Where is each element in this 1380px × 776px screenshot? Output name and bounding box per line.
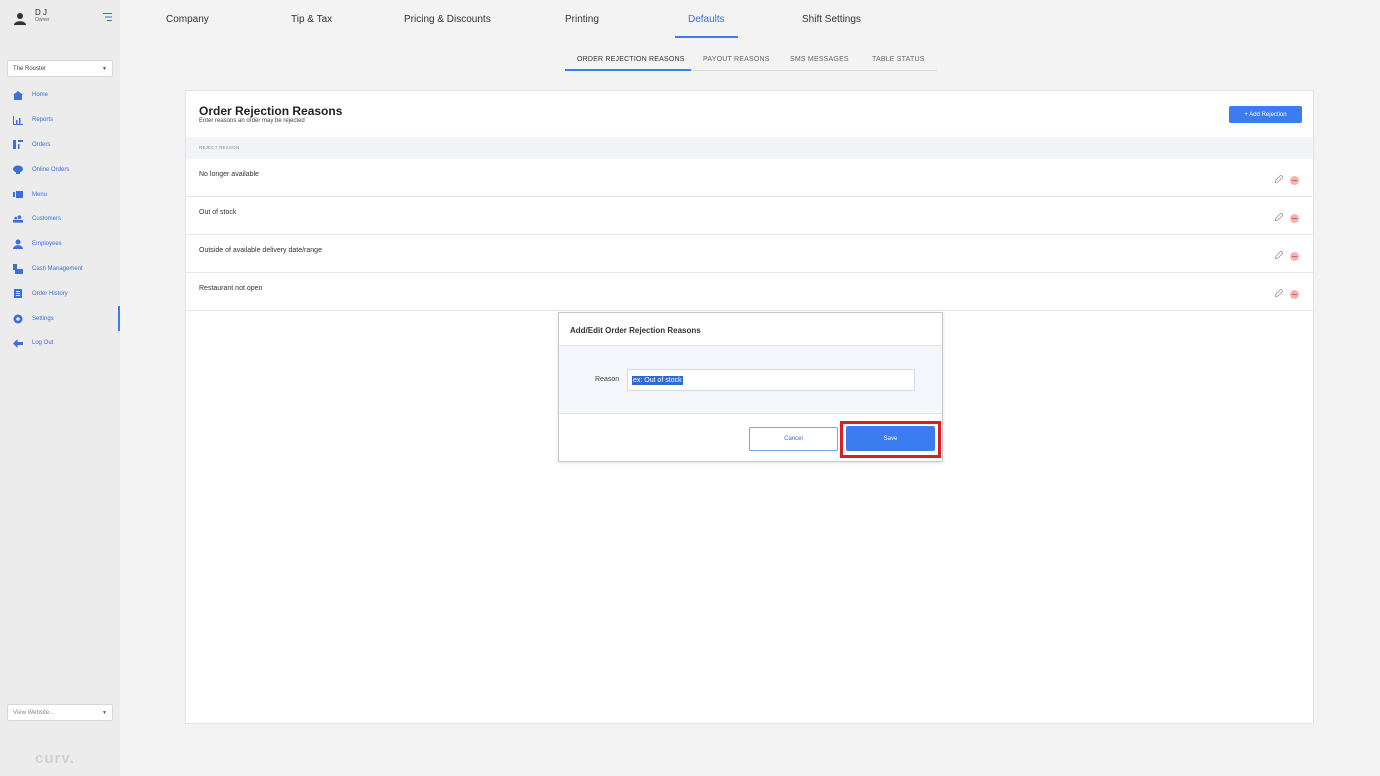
sidebar-item-label: Online Orders (32, 166, 70, 173)
page-title: Order Rejection Reasons (199, 104, 343, 118)
reason-label: Reason (595, 376, 620, 383)
tab-pricing-discounts[interactable]: Pricing & Discounts (404, 14, 491, 25)
sidebar-item-home[interactable]: Home (0, 83, 120, 108)
sidebar-item-label: Home (32, 92, 49, 99)
arrow-left-icon (13, 338, 23, 348)
sidebar-item-label: Orders (32, 141, 51, 148)
collapse-menu-icon[interactable] (103, 13, 112, 21)
sidebar-item-log-out[interactable]: Log Out (0, 331, 120, 356)
sidebar-nav: Home Reports Orders Online Orders Menu C… (0, 83, 120, 356)
table-row: Outside of available delivery date/range (186, 235, 1313, 273)
sidebar-item-label: Log Out (32, 340, 54, 347)
sidebar-item-reports[interactable]: Reports (0, 108, 120, 133)
delete-icon[interactable] (1290, 290, 1299, 299)
menu-icon (13, 190, 23, 200)
edit-icon[interactable] (1275, 251, 1283, 259)
tab-defaults[interactable]: Defaults (688, 14, 725, 25)
sidebar-item-label: Menu (32, 191, 48, 198)
subtab-order-rejection-reasons[interactable]: ORDER REJECTION REASONS (577, 56, 685, 63)
sidebar-item-label: Employees (32, 241, 62, 248)
reason-input[interactable]: ex: Out of stock (627, 369, 915, 391)
sidebar-item-order-history[interactable]: Order History (0, 281, 120, 306)
sidebar-item-online-orders[interactable]: Online Orders (0, 157, 120, 182)
sidebar-item-cash-management[interactable]: Cash Management (0, 257, 120, 282)
edit-icon[interactable] (1275, 213, 1283, 221)
active-subtab-indicator (565, 69, 691, 71)
sidebar-item-employees[interactable]: Employees (0, 232, 120, 257)
chart-icon (13, 115, 23, 125)
subtab-table-status[interactable]: TABLE STATUS (872, 56, 925, 63)
employee-icon (13, 239, 23, 250)
user-icon (14, 13, 26, 25)
table-header: REJECT REASON (186, 137, 1313, 159)
row-reason: No longer available (199, 171, 259, 178)
customers-icon (13, 214, 23, 224)
cancel-button[interactable]: Cancel (749, 427, 838, 451)
active-tab-indicator (675, 36, 738, 38)
sidebar-item-label: Cash Management (32, 265, 83, 272)
chevron-down-icon: ▼ (102, 709, 107, 716)
sidebar-item-customers[interactable]: Customers (0, 207, 120, 232)
delete-icon[interactable] (1290, 214, 1299, 223)
edit-icon[interactable] (1275, 289, 1283, 297)
tab-printing[interactable]: Printing (565, 14, 599, 25)
table-row: No longer available (186, 159, 1313, 197)
chef-hat-icon (13, 165, 23, 175)
sidebar-item-settings[interactable]: Settings (0, 306, 120, 331)
row-reason: Restaurant not open (199, 285, 263, 292)
row-reason: Out of stock (199, 209, 237, 216)
edit-icon[interactable] (1275, 175, 1283, 183)
view-website-select[interactable]: View Website... ▼ (7, 704, 113, 721)
view-website-select-value: View Website... (13, 709, 55, 716)
home-icon (13, 90, 23, 100)
user-profile[interactable]: D J Owner (14, 8, 50, 26)
tab-tip-tax[interactable]: Tip & Tax (291, 14, 332, 25)
history-icon (13, 289, 23, 299)
subtab-sms-messages[interactable]: SMS MESSAGES (790, 56, 849, 63)
table-row: Restaurant not open (186, 273, 1313, 311)
gear-icon (13, 314, 23, 324)
delete-icon[interactable] (1290, 176, 1299, 185)
sidebar-item-label: Order History (32, 290, 68, 297)
brand-logo: curv. (35, 750, 75, 767)
cash-icon (13, 263, 23, 274)
sidebar-item-label: Settings (32, 315, 54, 322)
user-name: D J (35, 8, 47, 17)
modal-body: Reason ex: Out of stock (559, 345, 942, 414)
delete-icon[interactable] (1290, 252, 1299, 261)
subtab-payout-reasons[interactable]: PAYOUT REASONS (703, 56, 770, 63)
add-rejection-button[interactable]: + Add Rejection (1229, 106, 1302, 123)
location-select[interactable]: The Rooster ▼ (7, 60, 113, 77)
user-role: Owner (35, 17, 50, 23)
table-row: Out of stock (186, 197, 1313, 235)
reason-input-value: ex: Out of stock (632, 376, 683, 385)
orders-icon (13, 140, 23, 150)
sidebar-item-label: Reports (32, 117, 54, 124)
chevron-down-icon: ▼ (102, 65, 107, 72)
sidebar-item-orders[interactable]: Orders (0, 133, 120, 158)
column-header-reject-reason: REJECT REASON (199, 145, 240, 150)
row-reason: Outside of available delivery date/range (199, 247, 322, 254)
sidebar: D J Owner The Rooster ▼ Home Reports Ord… (0, 0, 120, 776)
page-subtitle: Enter reasons an order may be rejected (199, 118, 305, 124)
save-button[interactable]: Save (846, 426, 935, 451)
sidebar-item-label: Customers (32, 216, 62, 223)
tab-shift-settings[interactable]: Shift Settings (802, 14, 861, 25)
sidebar-item-menu[interactable]: Menu (0, 182, 120, 207)
add-edit-rejection-modal: Add/Edit Order Rejection Reasons Reason … (558, 312, 943, 462)
modal-title: Add/Edit Order Rejection Reasons (570, 326, 701, 335)
tab-company[interactable]: Company (166, 14, 209, 25)
location-select-value: The Rooster (13, 65, 47, 72)
